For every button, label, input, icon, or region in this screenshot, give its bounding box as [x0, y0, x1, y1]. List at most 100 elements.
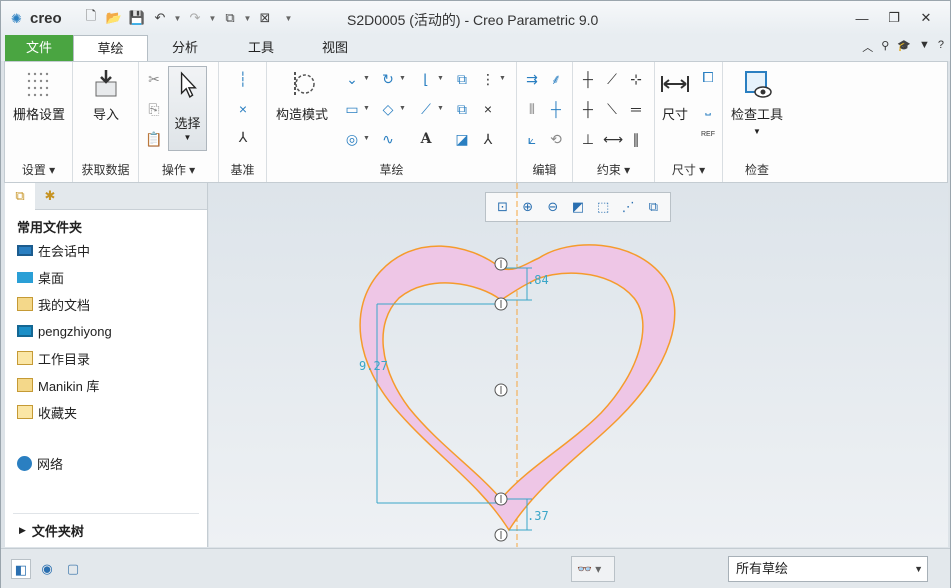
equal-constraint-icon[interactable]: ═ [627, 100, 645, 118]
fillet-icon[interactable]: ⌊ [417, 70, 435, 88]
find-button[interactable]: 👓 ▾ [571, 556, 615, 582]
coordinate-system-icon[interactable]: ⅄ [234, 128, 252, 146]
folder-tree-toggle[interactable]: ▶ 文件夹树 [19, 521, 84, 540]
circle-icon[interactable]: ◎ [343, 130, 361, 148]
graduation-cap-icon[interactable]: 🎓 [897, 39, 911, 55]
corner-icon[interactable]: ⟀ [523, 130, 541, 148]
ellipse-icon[interactable]: ◇ [379, 100, 397, 118]
folder-item-desktop[interactable]: 桌面 [17, 267, 64, 287]
help-icon[interactable]: ? [938, 39, 944, 55]
mirror-icon[interactable]: ⫴ [523, 100, 541, 118]
rotate-resize-icon[interactable]: ⟲ [547, 130, 565, 148]
folder-item-in-session[interactable]: 在会话中 [17, 240, 90, 260]
circle-dropdown-icon[interactable]: ▼ [363, 130, 371, 148]
divide-icon[interactable]: ┼ [547, 100, 565, 118]
show-browser-icon[interactable]: ◉ [37, 559, 57, 579]
search-icon[interactable]: ⚲ [881, 39, 889, 55]
arc-dropdown-icon[interactable]: ▼ [399, 70, 407, 88]
inspect-dropdown-icon[interactable]: ▼ [725, 127, 789, 136]
reference-dimension-icon[interactable]: REF [699, 126, 717, 144]
close-window-icon[interactable]: ⊠ [255, 8, 275, 28]
group-label-operations[interactable]: 操作 ▾ [139, 161, 218, 178]
graphics-area[interactable]: ⊡ ⊕ ⊖ ◩ ⬚ ⋰ ⧉ .84 9.27 .37 [209, 183, 948, 547]
perimeter-icon[interactable]: ⧠ [699, 68, 717, 86]
tab-tools[interactable]: 工具 [227, 35, 295, 61]
folder-item-user[interactable]: pengzhiyong [17, 321, 112, 341]
horizontal-constraint-icon[interactable]: ┼ [579, 100, 597, 118]
vertical-constraint-icon[interactable]: ┼ [579, 70, 597, 88]
folder-item-manikin-library[interactable]: Manikin 库 [17, 375, 99, 395]
group-label-settings[interactable]: 设置 ▾ [5, 161, 72, 178]
rectangle-icon[interactable]: ▭ [343, 100, 361, 118]
redo-icon[interactable]: ↷ [185, 8, 205, 28]
chamfer-icon[interactable]: ⟋ [417, 100, 435, 118]
geometry-coordinate-icon[interactable]: ⅄ [479, 130, 497, 148]
regenerate-icon[interactable]: ⧉ [220, 8, 240, 28]
rectangle-dropdown-icon[interactable]: ▼ [363, 100, 371, 118]
import-button[interactable]: 导入 [75, 68, 137, 123]
select-button[interactable]: 选择 ▼ [168, 66, 207, 151]
spline-icon[interactable]: ∿ [379, 130, 397, 148]
regenerate-dropdown-icon[interactable]: ▼ [243, 8, 252, 28]
show-navigator-icon[interactable]: ◧ [11, 559, 31, 579]
line-icon[interactable]: ⌄ [343, 70, 361, 88]
collapse-ribbon-icon[interactable]: ︿ [862, 39, 873, 55]
minimize-icon[interactable]: — [846, 7, 878, 29]
delete-segment-icon[interactable]: ⸙ [547, 70, 565, 88]
undo-dropdown-icon[interactable]: ▼ [173, 8, 182, 28]
midpoint-constraint-icon[interactable]: ⊹ [627, 70, 645, 88]
folder-item-working-directory[interactable]: 工作目录 [17, 348, 90, 368]
folder-item-network[interactable]: 网络 [17, 453, 63, 473]
group-label-dimension[interactable]: 尺寸 ▾ [655, 161, 722, 178]
chamfer-dropdown-icon[interactable]: ▼ [437, 100, 445, 118]
offset-icon[interactable]: ⧉ [453, 70, 471, 88]
help-dropdown-icon[interactable]: ▼ [919, 39, 930, 55]
grid-settings-button[interactable]: 栅格设置 [7, 68, 71, 123]
paste-icon[interactable]: 📋 [145, 130, 163, 148]
select-dropdown-icon[interactable]: ▼ [169, 133, 206, 142]
ellipse-dropdown-icon[interactable]: ▼ [399, 100, 407, 118]
baseline-icon[interactable]: ⎵ [699, 98, 717, 116]
copy-icon[interactable]: ⎘ [145, 100, 163, 118]
coincident-constraint-icon[interactable]: ⟍ [603, 100, 621, 118]
dimension-button[interactable]: 尺寸 [655, 68, 695, 123]
parallel-constraint-icon[interactable]: ∥ [627, 130, 645, 148]
folder-item-favorites[interactable]: 收藏夹 [17, 402, 77, 422]
centerline-icon[interactable]: ┆ [234, 70, 252, 88]
symmetric-constraint-icon[interactable]: ⟷ [603, 130, 623, 148]
sketch-point-dropdown-icon[interactable]: ▼ [499, 70, 507, 88]
close-icon[interactable]: ✕ [910, 7, 942, 29]
folder-item-my-documents[interactable]: 我的文档 [17, 294, 90, 314]
sketch-point-icon[interactable]: ⋮ [479, 70, 497, 88]
favorites-tab-icon[interactable]: ✱ [35, 183, 65, 210]
tab-sketch[interactable]: 草绘 [73, 35, 148, 62]
construction-mode-button[interactable]: 构造模式 [269, 68, 335, 123]
group-label-constrain[interactable]: 约束 ▾ [573, 161, 654, 178]
selection-filter-dropdown[interactable]: 所有草绘 ▼ [728, 556, 928, 582]
inspect-tools-button[interactable]: 检查工具 ▼ [725, 68, 789, 136]
fillet-dropdown-icon[interactable]: ▼ [437, 70, 445, 88]
point-icon[interactable]: × [234, 100, 252, 118]
geometry-point-icon[interactable]: × [479, 100, 497, 118]
text-icon[interactable]: A [417, 130, 435, 148]
save-icon[interactable]: 💾 [127, 8, 147, 28]
open-file-icon[interactable]: 📂 [104, 8, 124, 28]
tangent-constraint-icon[interactable]: ⟋ [603, 70, 621, 88]
new-file-icon[interactable]: 🗋 [81, 8, 101, 28]
folder-browser-tab-icon[interactable]: ⧉ [5, 182, 35, 210]
undo-icon[interactable]: ↶ [150, 8, 170, 28]
perpendicular-constraint-icon[interactable]: ⊥ [579, 130, 597, 148]
full-screen-icon[interactable]: ▢ [63, 559, 83, 579]
arc-icon[interactable]: ↻ [379, 70, 397, 88]
redo-dropdown-icon[interactable]: ▼ [208, 8, 217, 28]
tab-view[interactable]: 视图 [301, 35, 369, 61]
palette-icon[interactable]: ◪ [453, 130, 471, 148]
thicken-icon[interactable]: ⧉ [453, 100, 471, 118]
line-dropdown-icon[interactable]: ▼ [363, 70, 371, 88]
cut-icon[interactable]: ✂ [145, 70, 163, 88]
maximize-icon[interactable]: ❐ [878, 7, 910, 29]
customize-toolbar-icon[interactable]: ▼ [284, 8, 293, 28]
tab-file[interactable]: 文件 [5, 35, 73, 61]
modify-icon[interactable]: ⇉ [523, 70, 541, 88]
tab-analysis[interactable]: 分析 [151, 35, 219, 61]
